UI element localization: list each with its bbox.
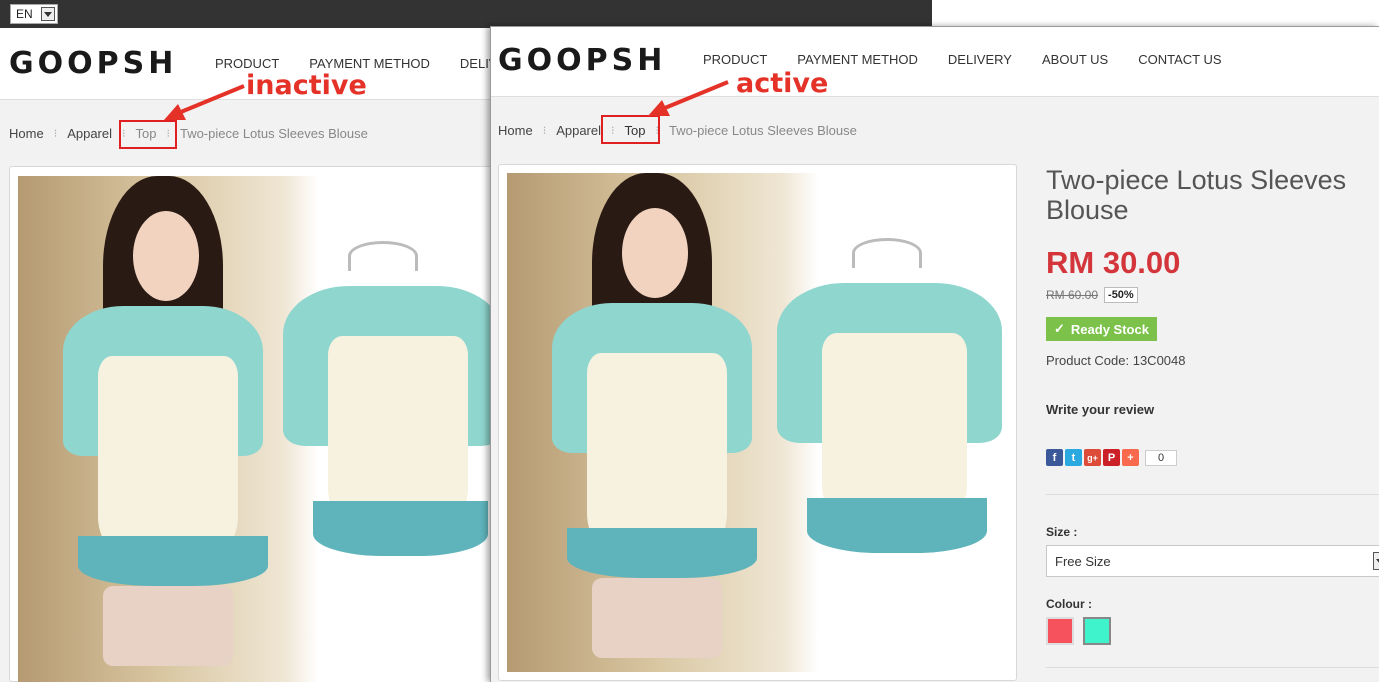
stock-label: Ready Stock bbox=[1070, 321, 1149, 337]
nav-delivery[interactable]: DELIVERY bbox=[948, 52, 1012, 67]
nav-payment-method[interactable]: PAYMENT METHOD bbox=[797, 52, 918, 67]
product-image[interactable] bbox=[507, 173, 1009, 672]
nav-contact-us[interactable]: CONTACT US bbox=[1138, 52, 1221, 67]
size-label: Size : bbox=[1046, 525, 1078, 539]
brand-logo[interactable]: GOOPSH bbox=[498, 43, 666, 78]
nav-about-us[interactable]: ABOUT US bbox=[1042, 52, 1108, 67]
brand-logo[interactable]: GOOPSH bbox=[9, 46, 177, 81]
google-plus-icon[interactable]: g+ bbox=[1084, 449, 1101, 466]
site-header: GOOPSH PRODUCT PAYMENT METHOD DELIVERY A… bbox=[491, 27, 1379, 97]
product-title: Two-piece Lotus Sleeves Blouse bbox=[1046, 165, 1347, 225]
old-price: RM 60.00 bbox=[1046, 288, 1099, 302]
write-review-link[interactable]: Write your review bbox=[1046, 402, 1366, 417]
product-price: RM 30.00 bbox=[1046, 245, 1181, 280]
share-count: 0 bbox=[1145, 449, 1178, 466]
breadcrumb: Home ⁝ Apparel ⁝ Top ⁝ Two-piece Lotus S… bbox=[9, 126, 368, 141]
breadcrumb-apparel[interactable]: Apparel bbox=[67, 126, 112, 141]
language-value: EN bbox=[16, 7, 33, 21]
product-code: Product Code: 13C0048 bbox=[1046, 353, 1186, 368]
check-icon: ✓ bbox=[1054, 321, 1065, 336]
breadcrumb-current: Two-piece Lotus Sleeves Blouse bbox=[179, 126, 368, 141]
price-meta: RM 60.00 -50% bbox=[1046, 287, 1366, 303]
size-select[interactable]: Free Size bbox=[1046, 545, 1379, 577]
chevron-down-icon[interactable] bbox=[41, 7, 55, 21]
product-image[interactable] bbox=[18, 176, 502, 682]
stock-badge-wrap: ✓ Ready Stock bbox=[1046, 317, 1157, 341]
colour-swatches bbox=[1046, 617, 1366, 645]
colour-label: Colour : bbox=[1046, 597, 1092, 611]
nav-product[interactable]: PRODUCT bbox=[215, 56, 279, 71]
breadcrumb-separator: ⁝ bbox=[53, 128, 58, 140]
breadcrumb: Home ⁝ Apparel ⁝ Top ⁝ Two-piece Lotus S… bbox=[498, 123, 857, 138]
language-select[interactable]: EN bbox=[10, 4, 58, 24]
nav-product[interactable]: PRODUCT bbox=[703, 52, 767, 67]
main-nav: PRODUCT PAYMENT METHOD DELIVERY ABOUT US… bbox=[703, 52, 1222, 67]
product-image-card bbox=[498, 164, 1017, 681]
twitter-icon[interactable]: t bbox=[1065, 449, 1082, 466]
divider bbox=[1046, 667, 1379, 668]
breadcrumb-separator: ⁝ bbox=[542, 125, 547, 137]
product-details: Two-piece Lotus Sleeves Blouse RM 30.00 … bbox=[1046, 165, 1379, 668]
discount-badge: -50% bbox=[1104, 287, 1138, 303]
share-bar: f t g+ P + 0 bbox=[1046, 449, 1366, 466]
product-image-card bbox=[9, 166, 509, 682]
top-bar: EN bbox=[0, 0, 932, 28]
colour-swatch-red[interactable] bbox=[1046, 617, 1074, 645]
breadcrumb-home[interactable]: Home bbox=[9, 126, 44, 141]
main-nav: PRODUCT PAYMENT METHOD DELIV bbox=[215, 56, 497, 71]
nav-payment-method[interactable]: PAYMENT METHOD bbox=[309, 56, 430, 71]
breadcrumb-home[interactable]: Home bbox=[498, 123, 533, 138]
arrow-icon bbox=[164, 84, 245, 120]
size-value: Free Size bbox=[1055, 553, 1111, 569]
divider bbox=[1046, 494, 1379, 495]
colour-swatch-aqua[interactable] bbox=[1083, 617, 1111, 645]
stock-badge: ✓ Ready Stock bbox=[1046, 317, 1157, 341]
facebook-icon[interactable]: f bbox=[1046, 449, 1063, 466]
breadcrumb-apparel[interactable]: Apparel bbox=[556, 123, 601, 138]
annotation-inactive: inactive bbox=[246, 70, 367, 101]
add-share-icon[interactable]: + bbox=[1122, 449, 1139, 466]
pinterest-icon[interactable]: P bbox=[1103, 449, 1120, 466]
arrow-icon bbox=[648, 80, 729, 116]
chevron-down-icon[interactable] bbox=[1373, 552, 1379, 570]
breadcrumb-current: Two-piece Lotus Sleeves Blouse bbox=[668, 123, 857, 138]
annotation-active: active bbox=[736, 68, 829, 99]
